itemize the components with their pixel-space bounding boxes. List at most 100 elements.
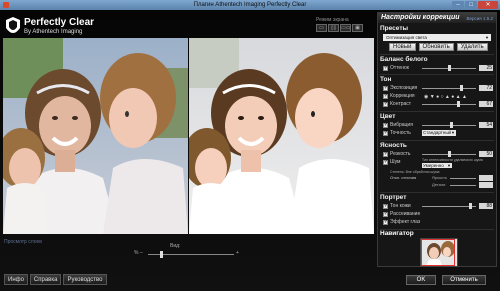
accuracy-checkbox[interactable]: [383, 130, 388, 136]
sharpness-slider-thumb[interactable]: [448, 151, 451, 157]
corrected-photo[interactable]: [189, 38, 374, 234]
tone-title: Тон: [380, 76, 392, 83]
zoom-control: % – +: [134, 250, 240, 258]
noise-selected: Умеренно: [423, 163, 444, 168]
view-split-horizontal-button[interactable]: ▭▭: [340, 24, 351, 32]
exposure-slider-track[interactable]: [422, 88, 476, 89]
skin-tone-label: Тон кожи: [390, 203, 411, 209]
noise-checkbox[interactable]: [383, 159, 388, 165]
accuracy-row: Точность Стандартный ▼: [380, 130, 494, 137]
original-photo[interactable]: [3, 38, 188, 234]
smoothing-label: Рассеивание: [390, 211, 421, 217]
zoom-slider-thumb[interactable]: [160, 251, 164, 258]
sharpness-value[interactable]: 50: [479, 151, 493, 157]
sharpness-row: Резкость 50: [380, 151, 494, 158]
navigator-viewport-frame[interactable]: [421, 239, 455, 266]
info-button[interactable]: Инфо: [4, 274, 28, 285]
preset-new-button[interactable]: Новый: [389, 43, 416, 51]
tint-checkbox[interactable]: [383, 65, 388, 71]
vibrancy-value[interactable]: 54: [479, 122, 493, 128]
correction-checkbox[interactable]: [383, 93, 388, 99]
contrast-label: Контраст: [390, 101, 412, 107]
close-button[interactable]: ✕: [478, 1, 498, 9]
exposure-value[interactable]: 72: [479, 85, 493, 91]
preset-buttons: Новый Обновить Удалить: [389, 43, 488, 51]
accuracy-dropdown[interactable]: Стандартный ▼: [422, 130, 456, 136]
panel-header: Настройки коррекции Версия 1.5.2: [378, 13, 496, 23]
noise-brightness-label: Яркость: [432, 175, 448, 180]
navigator-title: Навигатор: [380, 230, 414, 237]
smoothing-checkbox[interactable]: [383, 211, 388, 217]
view-mode-buttons: ▭ ▯▯ ▭▭ ▣: [316, 24, 363, 32]
correction-options-icon[interactable]: ◉ ▼ ● ○ ▲ ● ▲ ▲: [424, 94, 467, 100]
noise-strength-label: Степень: Вне обработки шума: [390, 170, 440, 174]
exposure-checkbox[interactable]: [383, 85, 388, 91]
sharpness-label: Резкость: [390, 151, 411, 157]
skin-tone-slider-thumb[interactable]: [468, 203, 472, 209]
view-single-button[interactable]: ▭: [316, 24, 327, 32]
guide-button[interactable]: Руководство: [63, 274, 107, 285]
divider: [380, 74, 494, 75]
minimize-button[interactable]: –: [452, 1, 464, 9]
exposure-slider-thumb[interactable]: [459, 85, 463, 91]
sharpness-checkbox[interactable]: [383, 151, 388, 157]
window-title: Плагин Athentech Imaging Perfectly Clear: [193, 2, 307, 8]
view-label: Вид:: [170, 243, 181, 249]
vibrancy-row: Вибрация 54: [380, 122, 494, 129]
noise-brightness-value[interactable]: [479, 175, 493, 181]
noise-brightness-row: Откл. отличия Яркость: [380, 175, 494, 182]
contrast-checkbox[interactable]: [383, 101, 388, 107]
preset-update-button[interactable]: Обновить: [418, 43, 454, 51]
footer-buttons: Инфо Справка Руководство: [4, 274, 107, 285]
ok-button[interactable]: OK: [406, 275, 436, 285]
divider: [380, 140, 494, 141]
view-split-vertical-button[interactable]: ▯▯: [328, 24, 339, 32]
noise-detail-value[interactable]: [479, 182, 493, 188]
panel-title: Настройки коррекции: [381, 14, 460, 21]
eye-effect-checkbox[interactable]: [383, 219, 388, 225]
skin-tone-checkbox[interactable]: [383, 203, 388, 209]
accuracy-label: Точность: [390, 130, 411, 136]
correction-row: Коррекция ◉ ▼ ● ○ ▲ ● ▲ ▲: [380, 93, 494, 100]
preset-selected: Оптимизация света: [386, 35, 427, 40]
tint-slider-thumb[interactable]: [448, 65, 451, 71]
tint-row: Оттенок 25: [380, 65, 494, 72]
contrast-slider-track[interactable]: [422, 104, 476, 105]
vibrancy-slider-thumb[interactable]: [450, 122, 454, 128]
vibrancy-label: Вибрация: [390, 122, 413, 128]
accuracy-selected: Стандартный: [423, 130, 452, 135]
noise-detail-track[interactable]: [450, 185, 476, 186]
view-compare-button[interactable]: ▣: [352, 24, 363, 32]
corrected-photo-image: [189, 38, 374, 234]
eye-effect-row: Эффект глаз: [380, 219, 494, 226]
noise-brightness-track[interactable]: [450, 178, 476, 179]
view-mode-label: Режим экрана: [316, 17, 349, 23]
noise-detail-label: Детали: [432, 182, 446, 187]
vibrancy-slider-track[interactable]: [422, 125, 476, 126]
maximize-button[interactable]: □: [465, 1, 477, 9]
logo-subtitle: By Athentech Imaging: [24, 29, 83, 35]
navigator-thumbnail[interactable]: [420, 238, 458, 267]
panel-version: Версия 1.5.2: [466, 16, 493, 21]
tint-value[interactable]: 25: [479, 65, 493, 71]
layers-preview-link[interactable]: Просмотр слоев: [4, 239, 42, 245]
window-titlebar: Плагин Athentech Imaging Perfectly Clear…: [0, 0, 500, 10]
preset-delete-button[interactable]: Удалить: [456, 43, 488, 51]
noise-row: Шум Тип интенсивности удаляемого шума Ум…: [380, 158, 494, 168]
preset-dropdown[interactable]: Оптимизация света ▼: [383, 34, 491, 41]
tint-label: Оттенок: [390, 65, 409, 71]
contrast-slider-thumb[interactable]: [457, 101, 461, 107]
contrast-row: Контраст 67: [380, 101, 494, 108]
noise-dropdown[interactable]: Умеренно ▼: [422, 163, 452, 168]
contrast-value[interactable]: 67: [479, 101, 493, 107]
chevron-down-icon: ▼: [485, 35, 489, 40]
correction-settings-panel: Настройки коррекции Версия 1.5.2 Пресеты…: [377, 12, 497, 267]
help-button[interactable]: Справка: [29, 274, 62, 285]
vibrancy-checkbox[interactable]: [383, 122, 388, 128]
cancel-button[interactable]: Отменить: [442, 275, 486, 285]
skin-tone-value[interactable]: 88: [479, 203, 493, 209]
zoom-in-label[interactable]: +: [236, 250, 239, 256]
noise-note: Тип интенсивности удаляемого шума: [422, 158, 483, 162]
divider: [380, 192, 494, 193]
zoom-out-label[interactable]: % –: [134, 250, 143, 256]
